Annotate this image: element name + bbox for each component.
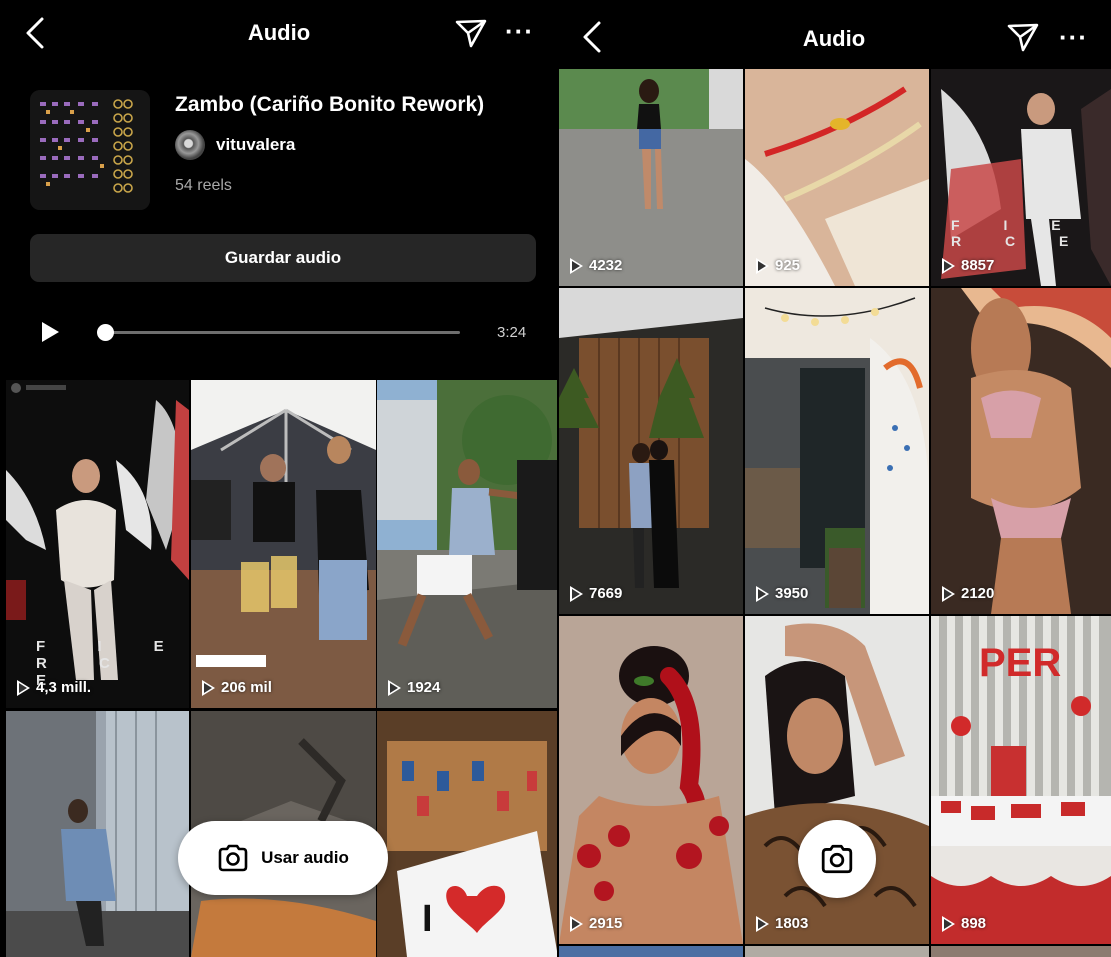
svg-text:PER: PER [979, 641, 1061, 685]
view-count: 2120 [942, 585, 995, 602]
song-title: Zambo (Cariño Bonito Rework) [175, 93, 485, 116]
artist-name[interactable]: vituvalera [216, 135, 295, 155]
reel-tile[interactable] [6, 711, 189, 957]
camera-icon [218, 844, 248, 872]
use-audio-button[interactable]: Usar audio [178, 821, 388, 895]
play-count-icon [942, 257, 955, 274]
view-count: 3950 [756, 585, 809, 602]
view-count: 2915 [570, 915, 623, 932]
view-count-value: 898 [961, 915, 987, 932]
header: Audio ··· [557, 0, 1111, 66]
view-count-value: 8857 [961, 257, 995, 274]
view-count: 7669 [570, 585, 623, 602]
header: Audio ··· [0, 0, 558, 66]
view-count-value: 2120 [961, 585, 995, 602]
play-count-icon [570, 585, 583, 602]
play-count-icon [756, 915, 769, 932]
view-count-value: 1803 [775, 915, 809, 932]
audio-player: 3:24 [0, 300, 558, 364]
album-cover [30, 90, 150, 210]
view-count: 8857 [942, 257, 995, 274]
view-count-value: 2915 [589, 915, 623, 932]
play-count-icon [388, 679, 401, 696]
view-count-value: 4232 [589, 257, 623, 274]
play-count-icon [756, 257, 769, 274]
reel-tile[interactable]: 7669 [559, 288, 743, 614]
reel-tile[interactable]: 1924 [377, 380, 558, 708]
reel-tile[interactable]: 4232 [559, 69, 743, 286]
play-count-icon [942, 585, 955, 602]
play-count-icon [756, 585, 769, 602]
view-count: 4232 [570, 257, 623, 274]
camera-icon [821, 844, 853, 874]
duration-label: 3:24 [497, 324, 527, 341]
progress-track[interactable] [105, 331, 460, 334]
reel-tile[interactable]: 206 mil [191, 380, 376, 708]
play-count-icon [202, 679, 215, 696]
reel-tile[interactable]: I [377, 711, 558, 957]
play-count-icon [17, 679, 30, 696]
view-count: 1803 [756, 915, 809, 932]
save-audio-button[interactable]: Guardar audio [30, 234, 536, 282]
more-options-icon[interactable]: ··· [1059, 24, 1088, 50]
more-options-icon[interactable]: ··· [505, 18, 534, 44]
reel-tile[interactable]: 3950 [745, 288, 929, 614]
play-count-icon [942, 915, 955, 932]
view-count-value: 925 [775, 257, 801, 274]
reel-tile[interactable]: F I E R C E 4,3 mill. [6, 380, 189, 708]
paper-plane-icon[interactable] [455, 18, 487, 48]
view-count: 206 mil [202, 679, 272, 696]
right-screen: Audio ··· 4232 925 F I E R C E 8857 7669… [557, 0, 1111, 957]
progress-knob[interactable] [97, 324, 114, 341]
reel-tile[interactable] [931, 946, 1111, 957]
view-count-value: 1924 [407, 679, 441, 696]
reel-tile[interactable]: 2120 [931, 288, 1111, 614]
view-count-value: 7669 [589, 585, 623, 602]
view-count-value: 3950 [775, 585, 809, 602]
reel-tile[interactable]: 2915 [559, 616, 743, 944]
paper-plane-icon[interactable] [1007, 22, 1039, 52]
play-count-icon [570, 257, 583, 274]
view-count-value: 206 mil [221, 679, 272, 696]
play-icon[interactable] [42, 322, 59, 342]
svg-text:I: I [422, 898, 433, 940]
overlay-text: F I E R C E [951, 217, 1089, 249]
reel-tile[interactable] [745, 946, 929, 957]
reels-count: 54 reels [175, 177, 232, 194]
left-screen: Audio ··· Zambo (Cariño Bonito Rework) v… [0, 0, 558, 957]
view-count: 898 [942, 915, 987, 932]
reel-tile[interactable]: F I E R C E 8857 [931, 69, 1111, 286]
play-count-icon [570, 915, 583, 932]
view-count: 1924 [388, 679, 441, 696]
use-audio-label: Usar audio [261, 848, 349, 867]
view-count: 4,3 mill. [17, 679, 92, 696]
artist-avatar[interactable] [175, 130, 205, 160]
reel-tile[interactable]: PER 898 [931, 616, 1111, 944]
view-count-value: 4,3 mill. [36, 679, 92, 696]
reel-tile[interactable]: 925 [745, 69, 929, 286]
reel-tile[interactable] [559, 946, 743, 957]
use-audio-camera-button[interactable] [798, 820, 876, 898]
view-count: 925 [756, 257, 801, 274]
